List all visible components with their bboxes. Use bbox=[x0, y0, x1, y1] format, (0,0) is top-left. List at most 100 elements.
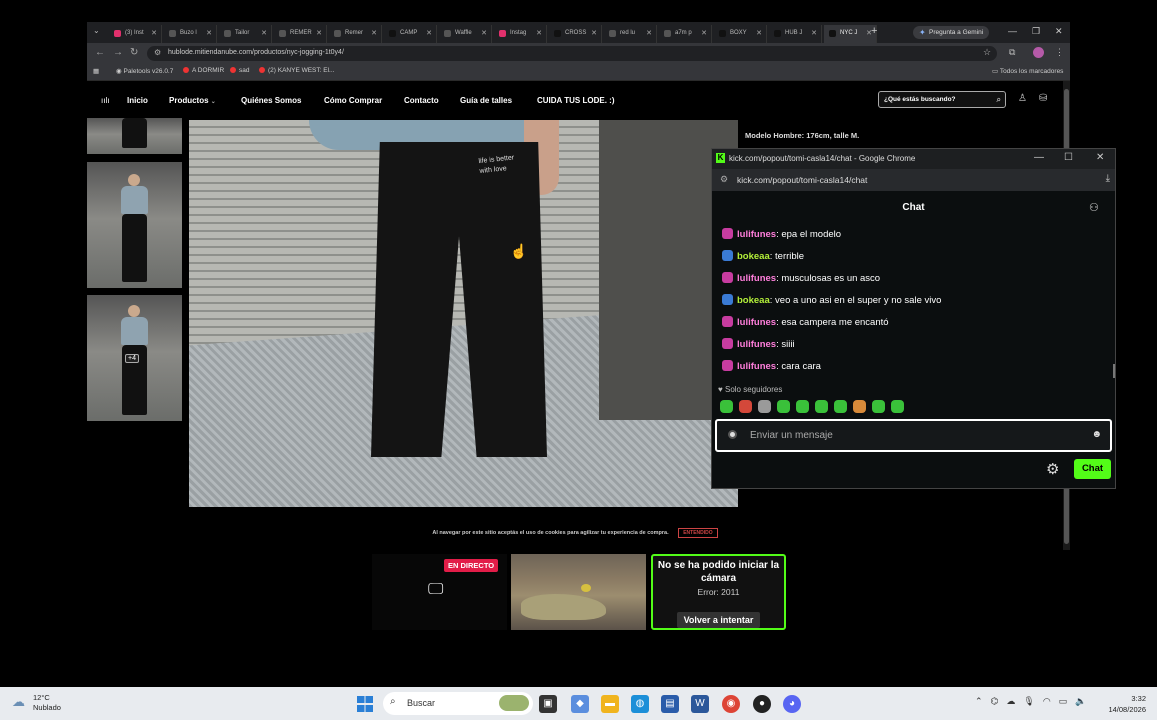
download-icon[interactable]: ⤓ bbox=[1106, 173, 1110, 184]
minimize-icon[interactable]: — bbox=[1008, 26, 1017, 36]
nav-cuida-tus-lode[interactable]: CUIDA TUS LODE. :) bbox=[537, 96, 614, 105]
nav-quienes-somos[interactable]: Quiénes Somos bbox=[241, 96, 301, 105]
emote-icon[interactable] bbox=[796, 400, 809, 413]
tab-close-icon[interactable]: ✕ bbox=[371, 29, 377, 37]
tab-close-icon[interactable]: ✕ bbox=[316, 29, 322, 37]
tab-close-icon[interactable]: ✕ bbox=[426, 29, 432, 37]
new-tab-button[interactable]: + bbox=[871, 25, 877, 37]
obs-icon[interactable]: ● bbox=[753, 695, 771, 713]
chat-username[interactable]: bokeaa bbox=[737, 251, 770, 262]
kick-url-bar[interactable]: ⚙ kick.com/popout/tomi-casla14/chat ⤓ bbox=[712, 169, 1115, 191]
start-icon[interactable] bbox=[357, 696, 373, 712]
cookie-accept-button[interactable]: ENTENDIDO bbox=[678, 528, 718, 538]
nav-contacto[interactable]: Contacto bbox=[404, 96, 439, 105]
bookmark-star-icon[interactable]: ☆ bbox=[983, 47, 991, 58]
back-icon[interactable]: ← bbox=[95, 47, 105, 58]
tab-close-icon[interactable]: ✕ bbox=[756, 29, 762, 37]
user-icon[interactable]: ♙ bbox=[1018, 93, 1027, 104]
bookmark-item[interactable]: ◉ Paletools v26.0.7 bbox=[116, 67, 173, 75]
product-main-image[interactable]: life is better with love ☝ bbox=[189, 120, 738, 507]
emote-icon[interactable] bbox=[720, 400, 733, 413]
clock[interactable]: 3:32 14/08/2026 bbox=[1101, 693, 1146, 715]
gemini-button[interactable]: ✦ Pregunta a Gemini bbox=[913, 26, 989, 39]
browser-tab[interactable]: a7m p ✕ bbox=[659, 25, 712, 43]
send-chat-button[interactable]: Chat bbox=[1074, 459, 1111, 479]
browser-tab[interactable]: Buzo l ✕ bbox=[164, 25, 217, 43]
chat-username[interactable]: lulifunes bbox=[737, 361, 776, 372]
browser-tab[interactable]: (3) Inst ✕ bbox=[109, 25, 162, 43]
browser-tab[interactable]: CAMP ✕ bbox=[384, 25, 437, 43]
emote-icon[interactable] bbox=[872, 400, 885, 413]
close-icon[interactable]: ✕ bbox=[1096, 152, 1104, 163]
emote-icon[interactable] bbox=[853, 400, 866, 413]
emote-icon[interactable] bbox=[815, 400, 828, 413]
browser-tab[interactable]: BOXY ✕ bbox=[714, 25, 767, 43]
chat-scrollbar[interactable] bbox=[1113, 364, 1115, 378]
extensions-icon[interactable]: ⧉ bbox=[1009, 47, 1015, 58]
profile-avatar[interactable] bbox=[1033, 47, 1044, 58]
discord-icon[interactable]: ◕ bbox=[783, 695, 801, 713]
chat-identity-icon[interactable] bbox=[728, 430, 737, 439]
store-logo[interactable]: ıılı bbox=[101, 96, 109, 105]
close-icon[interactable]: ✕ bbox=[1055, 26, 1063, 37]
chat-username[interactable]: lulifunes bbox=[737, 339, 776, 350]
apps-icon[interactable]: ▦ bbox=[93, 67, 99, 75]
maximize-icon[interactable]: ☐ bbox=[1064, 152, 1073, 163]
edge-icon[interactable]: ◍ bbox=[631, 695, 649, 713]
emote-icon[interactable] bbox=[891, 400, 904, 413]
address-bar[interactable]: ⚙ hublode.mitiendanube.com/productos/nyc… bbox=[147, 46, 997, 61]
bookmark-item[interactable]: A DORMIR bbox=[183, 67, 224, 74]
store-icon[interactable]: ▤ bbox=[661, 695, 679, 713]
chat-username[interactable]: bokeaa bbox=[737, 295, 770, 306]
emote-icon[interactable] bbox=[758, 400, 771, 413]
store-search-input[interactable]: ¿Qué estás buscando? ⌕ bbox=[878, 91, 1006, 108]
emote-icon[interactable] bbox=[834, 400, 847, 413]
tab-close-icon[interactable]: ✕ bbox=[536, 29, 542, 37]
product-thumbnail[interactable] bbox=[87, 118, 182, 154]
chat-username[interactable]: lulifunes bbox=[737, 317, 776, 328]
browser-tab[interactable]: Remer ✕ bbox=[329, 25, 382, 43]
browser-tab[interactable]: REMER ✕ bbox=[274, 25, 327, 43]
tab-search-icon[interactable]: ⌄ bbox=[93, 26, 100, 35]
reload-icon[interactable]: ↻ bbox=[130, 47, 138, 58]
forward-icon[interactable]: → bbox=[113, 47, 123, 58]
search-icon[interactable]: ⌕ bbox=[997, 95, 1001, 105]
chat-users-icon[interactable]: ⚇ bbox=[1089, 201, 1099, 214]
browser-tab[interactable]: Instag ✕ bbox=[494, 25, 547, 43]
retry-button[interactable]: Volver a intentar bbox=[677, 612, 760, 628]
gear-icon[interactable]: ⚙ bbox=[1046, 460, 1059, 478]
browser-tab[interactable]: HUB J ✕ bbox=[769, 25, 822, 43]
chat-username[interactable]: lulifunes bbox=[737, 273, 776, 284]
chat-message-input[interactable]: Enviar un mensaje ☻ bbox=[715, 419, 1112, 452]
tab-close-icon[interactable]: ✕ bbox=[701, 29, 707, 37]
bookmark-item[interactable]: (2) KANYE WEST: El... bbox=[259, 67, 334, 74]
nav-guia-de-talles[interactable]: Guía de talles bbox=[460, 96, 512, 105]
site-info-icon[interactable]: ⚙ bbox=[154, 48, 161, 57]
tab-close-icon[interactable]: ✕ bbox=[261, 29, 267, 37]
tab-close-icon[interactable]: ✕ bbox=[646, 29, 652, 37]
menu-icon[interactable]: ⋮ bbox=[1055, 47, 1064, 58]
product-thumbnail[interactable]: +4 bbox=[87, 295, 182, 421]
nav-productos[interactable]: Productos ⌄ bbox=[169, 96, 216, 105]
copilot-icon[interactable]: ◆ bbox=[571, 695, 589, 713]
file-explorer-icon[interactable]: ▬ bbox=[601, 695, 619, 713]
browser-tab[interactable]: CROSS ✕ bbox=[549, 25, 602, 43]
chat-username[interactable]: lulifunes bbox=[737, 229, 776, 240]
all-bookmarks[interactable]: ▭ Todos los marcadores bbox=[992, 67, 1063, 75]
tab-close-icon[interactable]: ✕ bbox=[151, 29, 157, 37]
emoji-icon[interactable]: ☻ bbox=[1091, 429, 1102, 440]
taskbar-search[interactable]: ⌕ Buscar bbox=[383, 692, 533, 715]
system-tray[interactable]: ⌃⌬☁🎙◠▭🔈 bbox=[975, 696, 1094, 707]
minimize-icon[interactable]: — bbox=[1034, 152, 1044, 163]
product-thumbnail[interactable] bbox=[87, 162, 182, 288]
nav-como-comprar[interactable]: Cómo Comprar bbox=[324, 96, 382, 105]
site-info-icon[interactable]: ⚙ bbox=[720, 174, 728, 185]
browser-tab[interactable]: NYC J ✕ bbox=[824, 25, 877, 43]
task-view-icon[interactable]: ▣ bbox=[539, 695, 557, 713]
emote-icon[interactable] bbox=[739, 400, 752, 413]
bookmark-item[interactable]: sad bbox=[230, 67, 249, 74]
browser-tab[interactable]: Tailor ✕ bbox=[219, 25, 272, 43]
browser-tab[interactable]: red lu ✕ bbox=[604, 25, 657, 43]
chrome-icon[interactable]: ◉ bbox=[722, 695, 740, 713]
tab-close-icon[interactable]: ✕ bbox=[481, 29, 487, 37]
